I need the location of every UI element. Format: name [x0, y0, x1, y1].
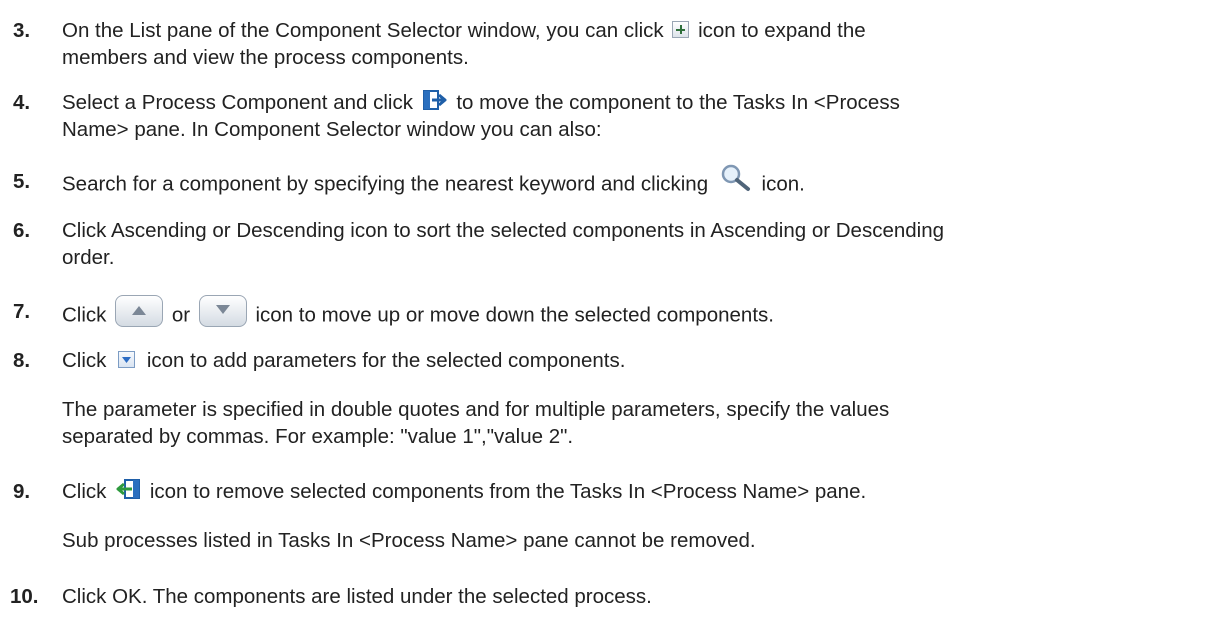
step-note: Sub processes listed in Tasks In <Proces…	[62, 529, 756, 552]
step-number: 4.	[13, 91, 31, 114]
remove-left-icon	[116, 478, 141, 500]
step-line: Select a Process Component and click to …	[62, 89, 900, 115]
step-text: icon to expand the	[698, 19, 866, 42]
step-text: to move the component to the Tasks In <P…	[456, 91, 900, 114]
step-text: icon to add parameters for the selected …	[146, 349, 626, 372]
step-number: 5.	[13, 170, 31, 193]
move-up-icon	[115, 295, 164, 327]
move-down-icon	[198, 295, 247, 327]
step-number: 6.	[13, 219, 31, 242]
step-text: icon to remove selected components from …	[149, 480, 867, 503]
step-line: Click or icon to move up or move down th…	[62, 295, 774, 332]
step-line: members and view the process components.	[62, 46, 469, 69]
step-text: Click	[62, 303, 107, 327]
step-note: The parameter is specified in double quo…	[62, 398, 890, 421]
step-text: or	[171, 303, 191, 327]
step-text: icon to move up or move down the selecte…	[255, 303, 774, 327]
step-text: icon.	[761, 172, 805, 196]
step-text: Search for a component by specifying the…	[62, 172, 709, 196]
dropdown-parameters-icon	[118, 351, 136, 369]
step-text: On the List pane of the Component Select…	[62, 19, 664, 42]
move-right-icon	[422, 89, 447, 111]
step-line: Click icon to add parameters for the sel…	[62, 349, 625, 373]
instruction-document: 3. On the List pane of the Component Sel…	[0, 0, 1209, 634]
step-number: 8.	[13, 349, 31, 372]
step-number: 3.	[13, 19, 31, 42]
step-line: Click OK. The components are listed unde…	[62, 585, 652, 608]
step-line: Search for a component by specifying the…	[62, 164, 805, 200]
step-number: 7.	[13, 300, 31, 323]
step-line: Click icon to remove selected components…	[62, 478, 867, 504]
magnifier-icon	[718, 162, 752, 192]
step-line: order.	[62, 246, 115, 269]
step-text: Click	[62, 480, 107, 503]
step-line: On the List pane of the Component Select…	[62, 19, 866, 43]
step-line: Name> pane. In Component Selector window…	[62, 118, 602, 141]
step-note: separated by commas. For example: "value…	[62, 425, 574, 448]
expand-plus-icon	[672, 21, 690, 39]
step-text: Select a Process Component and click	[62, 91, 413, 114]
step-line: Click Ascending or Descending icon to so…	[62, 219, 945, 242]
step-number: 10.	[10, 585, 39, 608]
step-text: Click	[62, 349, 107, 372]
step-number: 9.	[13, 480, 31, 503]
